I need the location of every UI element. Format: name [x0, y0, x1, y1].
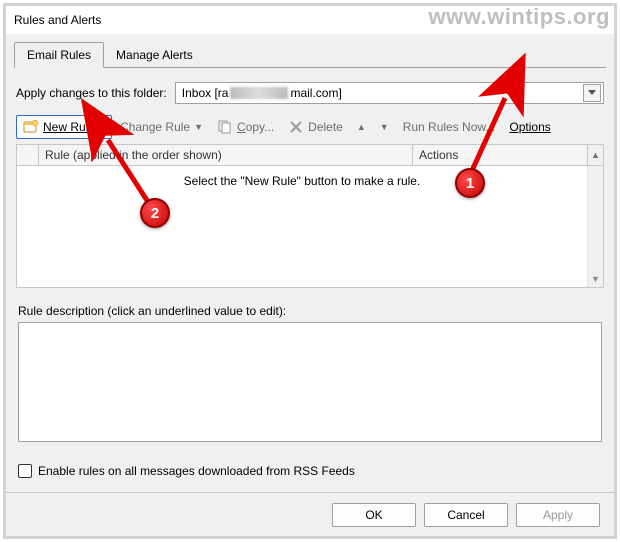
dialog-footer: OK Cancel Apply: [6, 492, 614, 536]
run-rules-label: Run Rules Now...: [403, 120, 496, 134]
tab-email-rules[interactable]: Email Rules: [14, 42, 104, 68]
rss-checkbox[interactable]: [18, 464, 32, 478]
copy-label: Copy...: [237, 120, 274, 134]
rules-and-alerts-window: Rules and Alerts Email Rules Manage Aler…: [3, 3, 617, 539]
move-up-button[interactable]: ▲: [351, 119, 372, 135]
toolbar: New Rule... Change Rule ▼ Copy... Delete…: [16, 114, 604, 140]
empty-message: Select the "New Rule" button to make a r…: [184, 174, 421, 188]
move-down-button[interactable]: ▼: [374, 119, 395, 135]
copy-icon: [217, 119, 233, 135]
triangle-up-icon: ▲: [591, 150, 600, 160]
redacted-text: [230, 87, 288, 99]
description-label: Rule description (click an underlined va…: [18, 304, 602, 318]
grid-scrollbar[interactable]: ▼: [587, 166, 603, 287]
change-rule-label: Change Rule: [120, 120, 190, 134]
folder-value: Inbox [ramail.com]: [182, 86, 342, 100]
tab-strip: Email Rules Manage Alerts: [14, 42, 606, 68]
new-rule-label: New Rule...: [43, 120, 105, 134]
window-titlebar: Rules and Alerts: [6, 6, 614, 34]
chevron-down-icon: [588, 90, 596, 96]
rules-grid-empty: Select the "New Rule" button to make a r…: [17, 166, 587, 287]
delete-icon: [288, 119, 304, 135]
tab-label: Manage Alerts: [116, 48, 193, 62]
folder-row: Apply changes to this folder: Inbox [ram…: [16, 82, 604, 104]
triangle-down-icon: ▼: [380, 122, 389, 132]
new-rule-button[interactable]: New Rule...: [16, 115, 112, 139]
delete-button[interactable]: Delete: [282, 116, 349, 138]
rss-label: Enable rules on all messages downloaded …: [38, 464, 355, 478]
folder-select[interactable]: Inbox [ramail.com]: [175, 82, 604, 104]
rules-grid-header: Rule (applied in the order shown) Action…: [16, 144, 604, 166]
tab-label: Email Rules: [27, 48, 91, 62]
grid-col-actions[interactable]: Actions: [413, 145, 587, 165]
cancel-button[interactable]: Cancel: [424, 503, 508, 527]
rules-grid-body: Select the "New Rule" button to make a r…: [16, 166, 604, 288]
description-box[interactable]: [18, 322, 602, 442]
options-label: Options: [509, 120, 550, 134]
grid-handle-col: [17, 145, 39, 165]
triangle-down-icon: ▼: [588, 271, 603, 287]
rss-row: Enable rules on all messages downloaded …: [18, 464, 602, 478]
grid-col-rule[interactable]: Rule (applied in the order shown): [39, 145, 413, 165]
ok-button[interactable]: OK: [332, 503, 416, 527]
new-rule-icon: [23, 119, 39, 135]
options-button[interactable]: Options: [503, 117, 556, 137]
folder-dropdown-button[interactable]: [583, 84, 601, 102]
folder-label: Apply changes to this folder:: [16, 86, 167, 100]
window-content: Email Rules Manage Alerts Apply changes …: [6, 34, 614, 478]
copy-button[interactable]: Copy...: [211, 116, 280, 138]
change-rule-button[interactable]: Change Rule ▼: [114, 117, 209, 137]
chevron-down-icon: ▼: [194, 122, 203, 132]
apply-button[interactable]: Apply: [516, 503, 600, 527]
triangle-up-icon: ▲: [357, 122, 366, 132]
grid-scroll-up[interactable]: ▲: [587, 145, 603, 165]
run-rules-button[interactable]: Run Rules Now...: [397, 117, 502, 137]
window-title: Rules and Alerts: [14, 13, 101, 27]
delete-label: Delete: [308, 120, 343, 134]
tab-manage-alerts[interactable]: Manage Alerts: [104, 43, 205, 67]
